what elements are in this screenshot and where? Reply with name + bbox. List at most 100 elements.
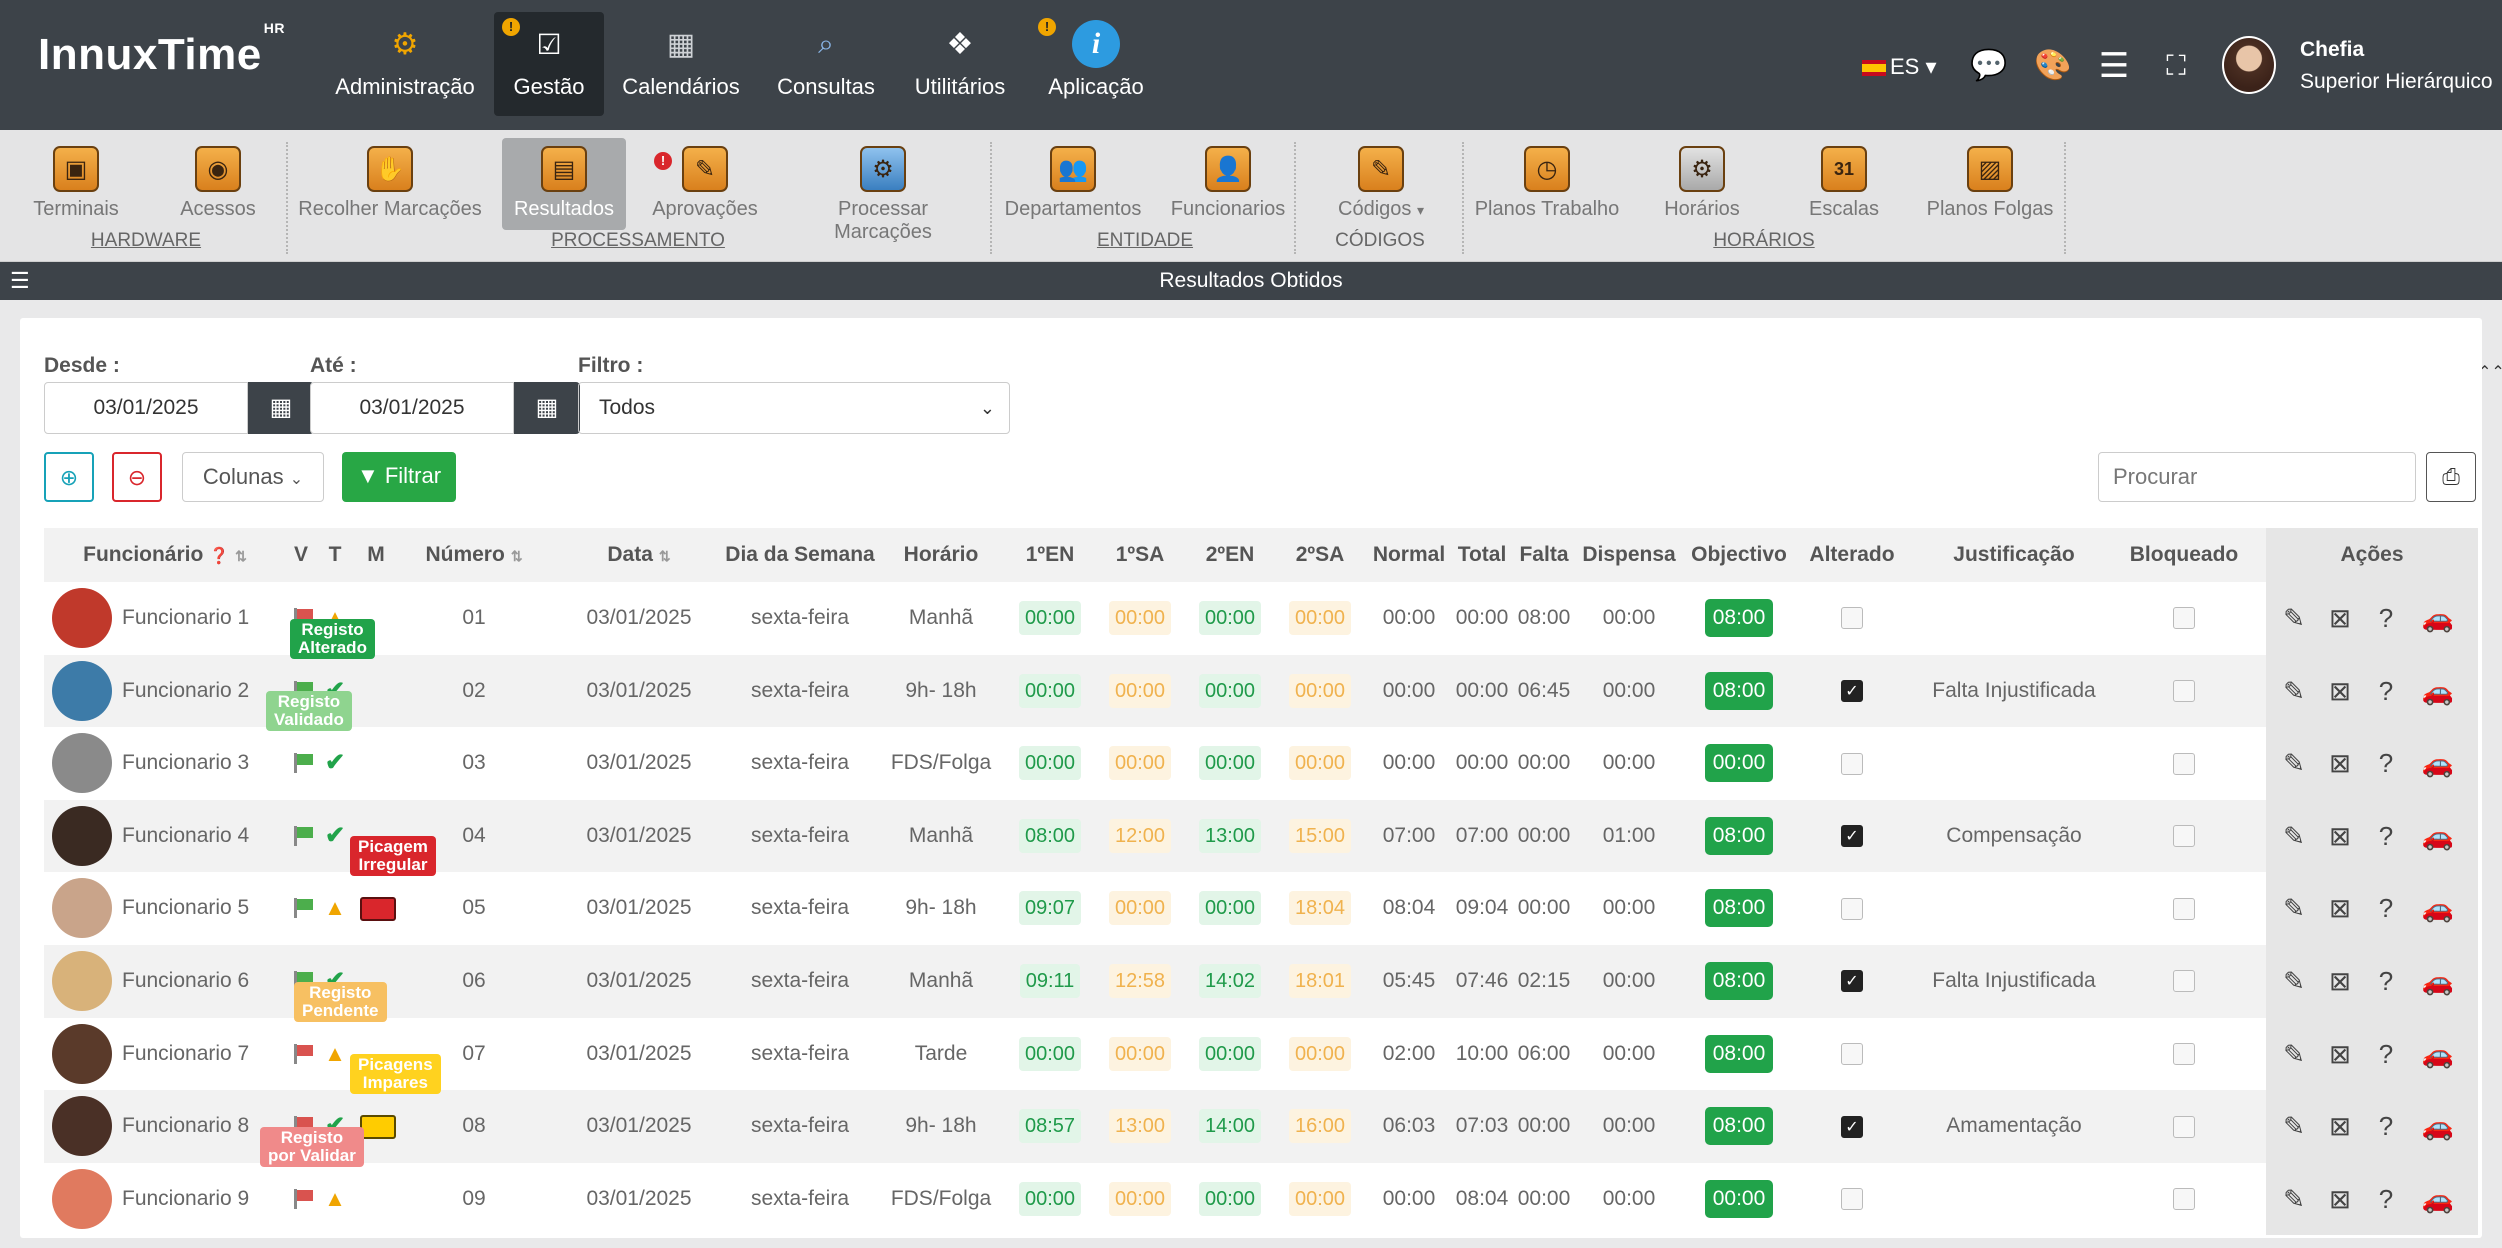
altered-checkbox[interactable] [1841,1188,1863,1211]
entry-2[interactable]: 00:00 [1198,1036,1262,1071]
help-icon[interactable]: ? [2370,965,2402,997]
table-row[interactable]: Funcionario 2 ✔ 02 03/01/2025 sexta-feira 9h-… [44,654,2478,728]
zoom-out-button[interactable]: ⊖ [112,452,162,502]
car-icon[interactable]: 🚗 [2418,675,2458,707]
exit-2[interactable]: 18:01 [1288,964,1352,998]
filter-button[interactable]: ▼ Filtrar [342,452,456,502]
edit-icon[interactable]: ✎ [2278,820,2310,852]
altered-checkbox[interactable] [1841,897,1863,920]
table-row[interactable]: Funcionario 1 ▲ 01 03/01/2025 sexta-feira Man… [44,582,2478,655]
entry-1[interactable]: 08:00 [1018,818,1082,853]
entry-1[interactable]: 00:00 [1018,1036,1082,1071]
employee-name[interactable]: Funcionario 3 [122,727,272,799]
exit-1[interactable]: 00:00 [1108,746,1172,781]
group-processamento[interactable]: PROCESSAMENTO [296,230,980,252]
group-entidade[interactable]: ENTIDADE [1000,230,1290,252]
entry-2[interactable]: 00:00 [1198,601,1262,635]
exit-1[interactable]: 00:00 [1108,1036,1172,1071]
car-icon[interactable]: 🚗 [2418,747,2458,779]
calendar-delete-icon[interactable]: ⊠ [2324,892,2356,924]
altered-checkbox[interactable]: ✓ [1841,1115,1863,1138]
exit-2[interactable]: 00:00 [1288,1036,1352,1071]
car-icon[interactable]: 🚗 [2418,1183,2458,1215]
employee-name[interactable]: Funcionario 7 [122,1018,272,1090]
ribbon-planos-trabalho[interactable]: ◷ Planos Trabalho [1474,138,1620,230]
ribbon-horarios[interactable]: ⚙ Horários [1654,138,1750,230]
exit-1[interactable]: 00:00 [1108,601,1172,635]
nav-consultas[interactable]: ⌕ Consultas [768,12,884,116]
ribbon-resultados[interactable]: ▤ Resultados [502,138,626,230]
from-date-input[interactable]: 03/01/2025 [44,382,248,434]
locked-checkbox[interactable] [2173,680,2195,703]
language-selector[interactable]: ES ▾ [1862,54,1937,80]
table-row[interactable]: Funcionario 6 ✔ 06 03/01/2025 sexta-feira Man… [44,945,2478,1018]
employee-name[interactable]: Funcionario 8 [122,1090,272,1162]
calendar-icon[interactable]: ▦ [248,382,314,434]
exit-1[interactable]: 00:00 [1108,673,1172,708]
ribbon-acessos[interactable]: ◉ Acessos [168,138,268,230]
edit-icon[interactable]: ✎ [2278,675,2310,707]
exit-1[interactable]: 12:58 [1108,964,1172,998]
app-logo[interactable]: InnuxTimeHR [38,20,285,80]
to-date-input[interactable]: 03/01/2025 [310,382,514,434]
help-icon[interactable]: ? [2370,675,2402,707]
edit-icon[interactable]: ✎ [2278,747,2310,779]
car-icon[interactable]: 🚗 [2418,820,2458,852]
ribbon-escalas[interactable]: 31 Escalas [1802,138,1886,230]
ribbon-terminais[interactable]: ▣ Terminais [24,138,128,230]
entry-2[interactable]: 14:02 [1198,964,1262,998]
locked-checkbox[interactable] [2173,897,2195,920]
locked-checkbox[interactable] [2173,825,2195,848]
calendar-icon[interactable]: ▦ [514,382,580,434]
group-hardware[interactable]: HARDWARE [24,230,268,252]
employee-name[interactable]: Funcionario 4 [122,800,272,872]
entry-2[interactable]: 00:00 [1198,673,1262,708]
ribbon-aprovacoes[interactable]: ! ✎ Aprovações [650,138,760,230]
entry-2[interactable]: 00:00 [1198,1181,1262,1216]
table-row[interactable]: Funcionario 9 ▲ 09 03/01/2025 sexta-feira FDS… [44,1162,2478,1236]
ribbon-departamentos[interactable]: 👥 Departamentos [1000,138,1146,230]
calendar-delete-icon[interactable]: ⊠ [2324,1110,2356,1142]
help-icon[interactable]: ? [2370,820,2402,852]
calendar-delete-icon[interactable]: ⊠ [2324,675,2356,707]
exit-1[interactable]: 12:00 [1108,818,1172,853]
columns-dropdown[interactable]: Colunas ⌄ [182,452,324,502]
entry-2[interactable]: 14:00 [1198,1109,1262,1144]
calendar-delete-icon[interactable]: ⊠ [2324,602,2356,634]
locked-checkbox[interactable] [2173,970,2195,993]
employee-name[interactable]: Funcionario 2 [122,655,272,727]
locked-checkbox[interactable] [2173,607,2195,630]
exit-2[interactable]: 15:00 [1288,818,1352,853]
entry-1[interactable]: 00:00 [1018,673,1082,708]
locked-checkbox[interactable] [2173,752,2195,775]
car-icon[interactable]: 🚗 [2418,1110,2458,1142]
altered-checkbox[interactable] [1841,752,1863,775]
edit-icon[interactable]: ✎ [2278,602,2310,634]
nav-utilitarios[interactable]: ❖ Utilitários [906,12,1014,116]
calendar-delete-icon[interactable]: ⊠ [2324,820,2356,852]
exit-2[interactable]: 16:00 [1288,1109,1352,1144]
user-avatar[interactable] [2222,36,2276,94]
exit-2[interactable]: 00:00 [1288,746,1352,781]
entry-2[interactable]: 13:00 [1198,818,1262,853]
ribbon-recolher-marcacoes[interactable]: ✋ Recolher Marcações [296,138,484,230]
chat-icon[interactable]: 💬 [1970,48,2007,84]
zoom-in-button[interactable]: ⊕ [44,452,94,502]
edit-icon[interactable]: ✎ [2278,1183,2310,1215]
locked-checkbox[interactable] [2173,1115,2195,1138]
altered-checkbox[interactable]: ✓ [1841,970,1863,993]
exit-1[interactable]: 13:00 [1108,1109,1172,1144]
employee-name[interactable]: Funcionario 6 [122,945,272,1017]
entry-1[interactable]: 00:00 [1018,746,1082,781]
ribbon-codigos[interactable]: ✎ Códigos ▾ [1330,138,1432,230]
car-icon[interactable]: 🚗 [2418,602,2458,634]
help-icon[interactable]: ? [2370,1110,2402,1142]
help-icon[interactable]: ? [2370,1038,2402,1070]
employee-name[interactable]: Funcionario 9 [122,1163,272,1235]
altered-checkbox[interactable]: ✓ [1841,680,1863,703]
nav-calendarios[interactable]: ▦ Calendários [616,12,746,116]
locked-checkbox[interactable] [2173,1043,2195,1066]
hamburger-menu-icon[interactable]: ☰ [2096,48,2132,84]
col-numero[interactable]: Número ⇅ [400,528,548,582]
help-icon[interactable]: ? [2370,892,2402,924]
